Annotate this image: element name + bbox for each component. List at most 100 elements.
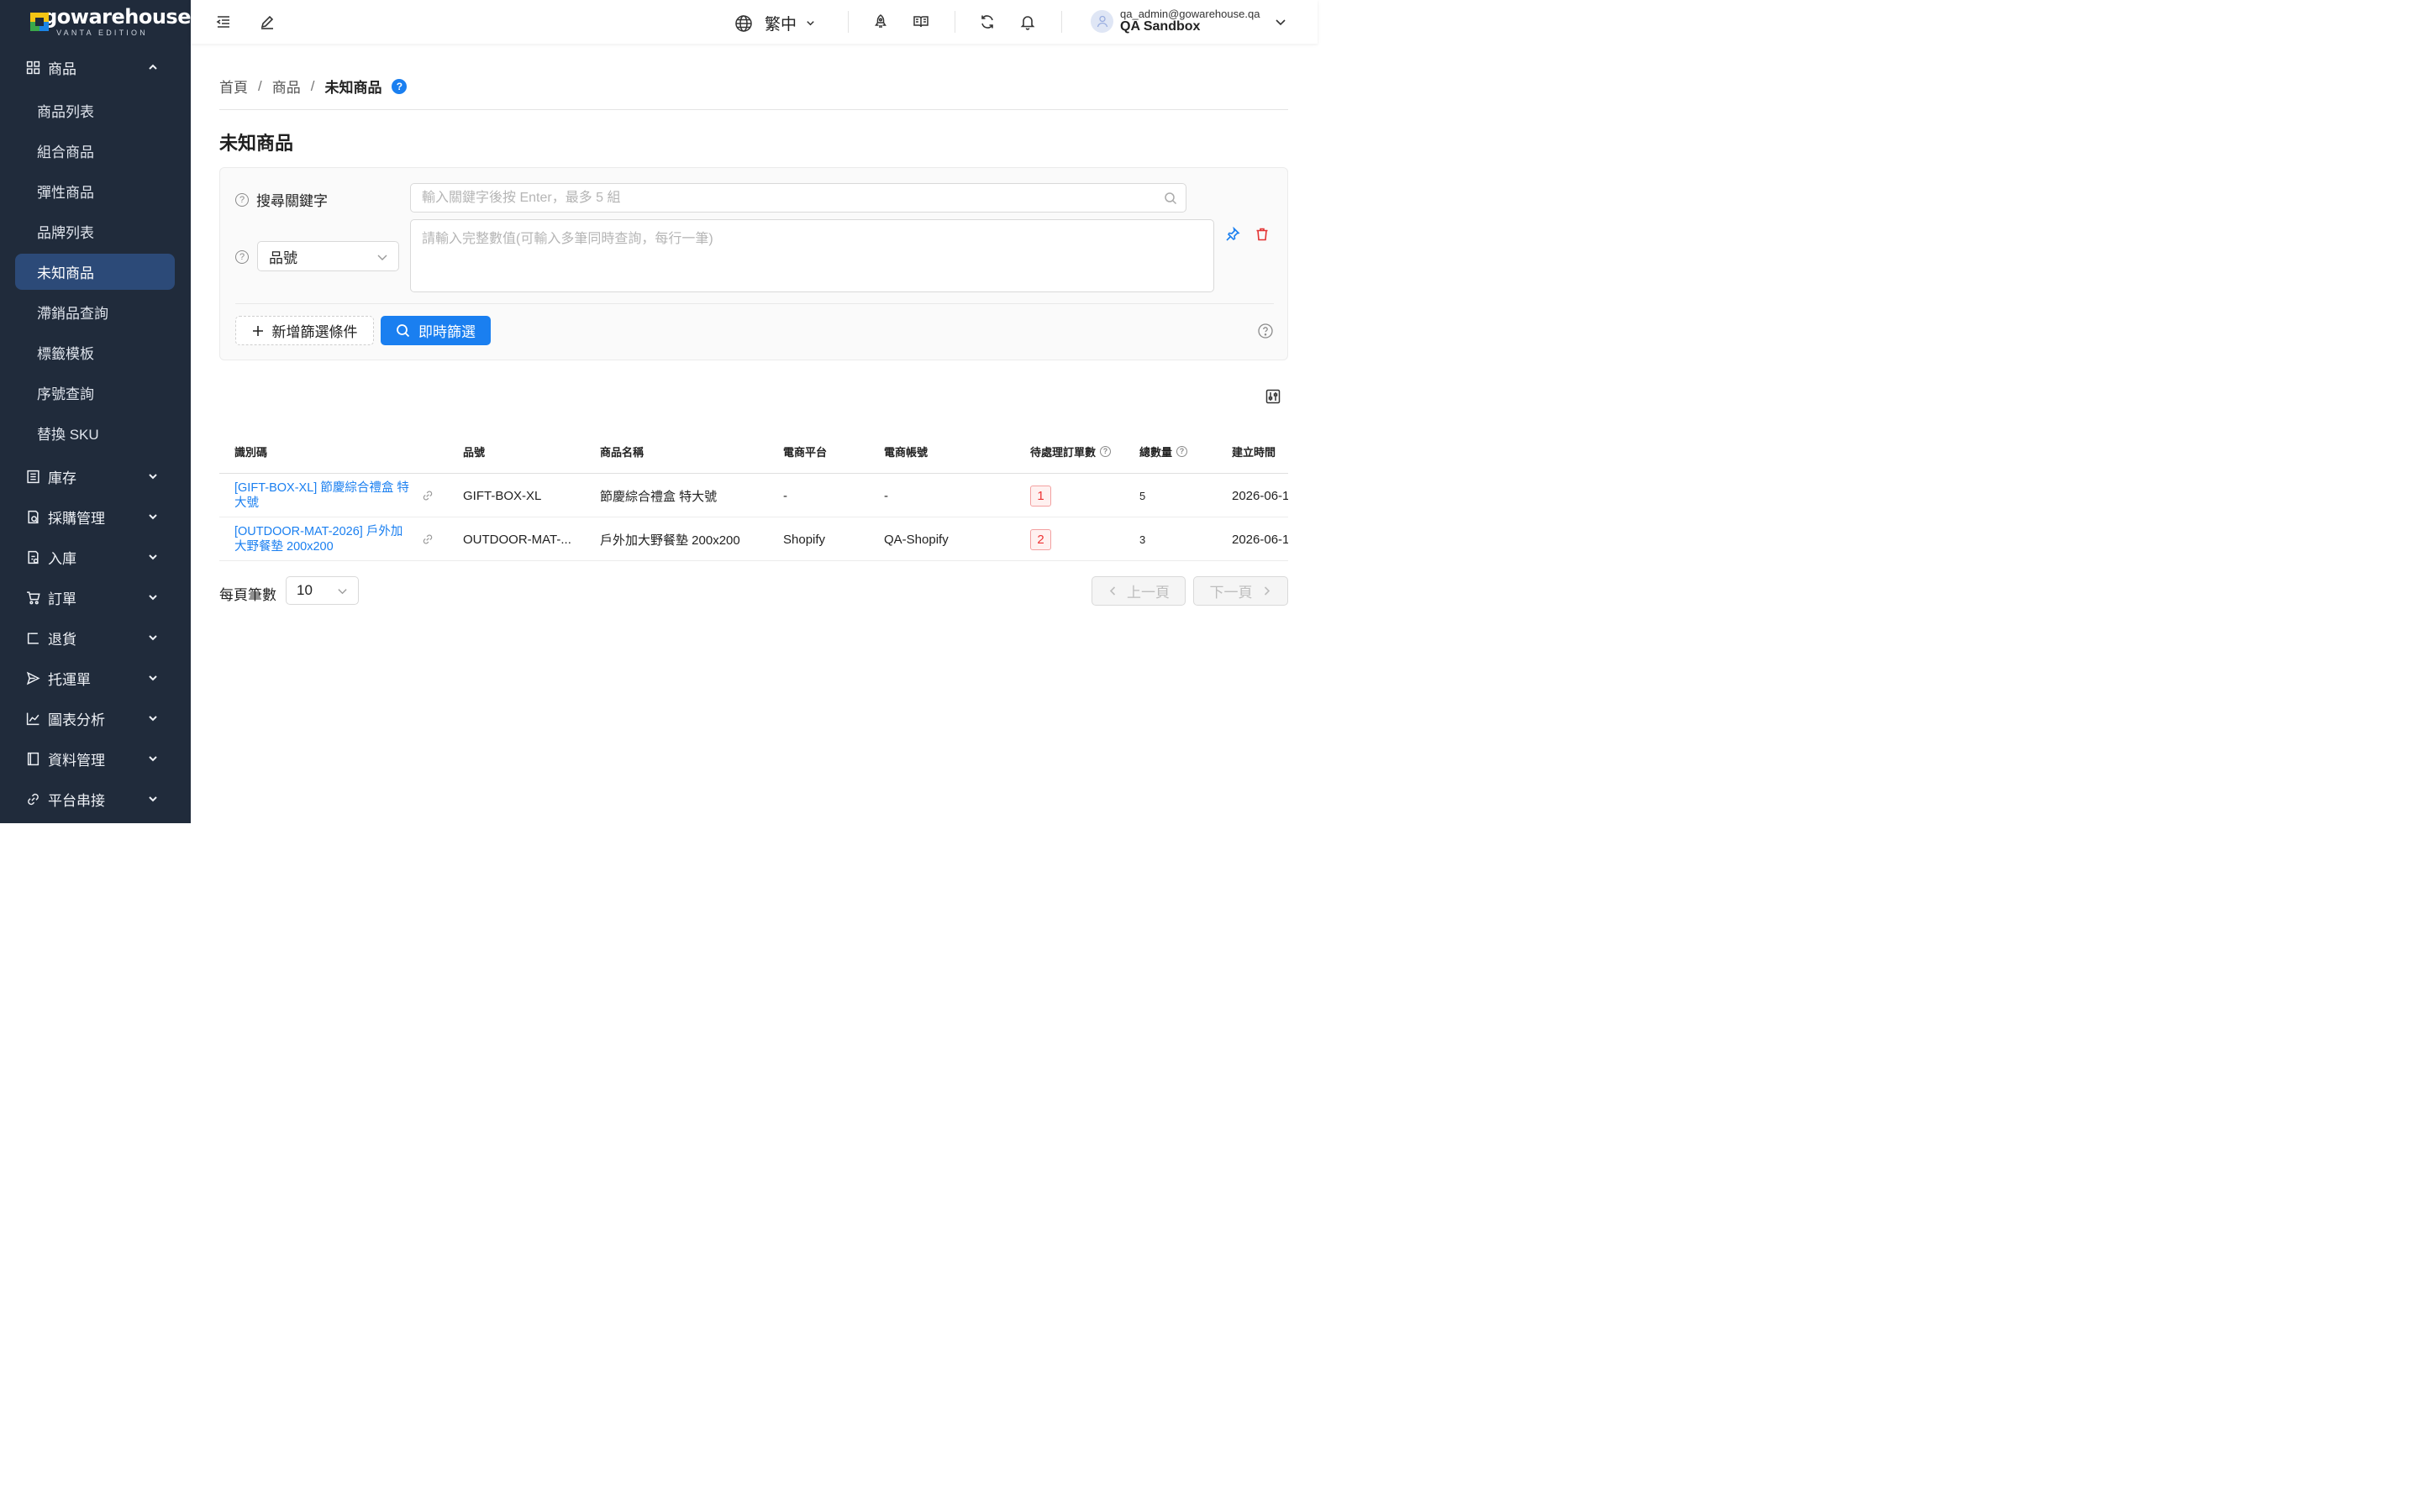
total-qty-cell: 5: [1139, 489, 1146, 502]
help-icon[interactable]: ?: [1100, 445, 1112, 457]
nav-item-replace-sku[interactable]: 替換 SKU: [15, 415, 175, 451]
link-icon[interactable]: [422, 517, 435, 561]
collapse-menu-icon[interactable]: [214, 13, 233, 31]
edit-icon[interactable]: [258, 13, 276, 31]
apply-filter-button[interactable]: 即時篩選: [381, 316, 491, 345]
chevron-left-icon: [1109, 586, 1116, 596]
table-row: [GIFT-BOX-XL] 節慶綜合禮盒 特大號 GIFT-BOX-XL 節慶綜…: [219, 474, 1288, 517]
nav-group-inventory[interactable]: 庫存: [0, 459, 191, 493]
column-header-pending-orders: 待處理訂單數 ?: [1030, 430, 1112, 472]
nav-group-inbound[interactable]: 入庫: [0, 540, 191, 574]
add-filter-button[interactable]: 新增篩選條件: [235, 316, 374, 345]
nav-item-label-templates[interactable]: 標籤模板: [15, 334, 175, 370]
help-icon[interactable]: ?: [1176, 445, 1188, 457]
keyword-search-input[interactable]: [411, 184, 1142, 212]
pin-icon[interactable]: [1225, 227, 1240, 242]
logo[interactable]: gowarehouse VANTA EDITION: [0, 0, 191, 44]
chart-icon: [26, 712, 39, 725]
cart-icon: [27, 591, 40, 604]
nav-group-returns[interactable]: 退貨: [0, 621, 191, 654]
pending-orders-badge[interactable]: 1: [1030, 485, 1051, 507]
help-icon[interactable]: ?: [392, 78, 408, 94]
trash-icon[interactable]: [1255, 227, 1270, 242]
nav-group-orders[interactable]: 訂單: [0, 580, 191, 614]
page-size-select[interactable]: 10: [286, 576, 359, 605]
help-icon[interactable]: ?: [235, 250, 249, 264]
nav-group-purchasing[interactable]: 採購管理: [0, 500, 191, 533]
prev-page-button[interactable]: 上一頁: [1092, 576, 1186, 606]
nav-group-label: 商品: [48, 60, 76, 77]
next-page-button[interactable]: 下一頁: [1193, 576, 1288, 606]
page-size-label: 每頁筆數: [219, 587, 276, 603]
help-icon[interactable]: ?: [235, 192, 249, 207]
language-switcher[interactable]: 繁中: [734, 12, 828, 34]
breadcrumb-home[interactable]: 首頁: [219, 76, 248, 97]
nav-item-unknown-products[interactable]: 未知商品: [15, 254, 175, 290]
values-textarea[interactable]: [411, 220, 1213, 291]
list-icon: [27, 470, 39, 483]
platform-cell: Shopify: [783, 532, 826, 547]
link-icon[interactable]: [422, 474, 435, 517]
field-select[interactable]: 品號: [257, 241, 399, 271]
docs-book-icon[interactable]: [912, 13, 930, 31]
nav-item-serial-lookup[interactable]: 序號查詢: [15, 375, 175, 411]
nav-group-data-management[interactable]: 資料管理: [0, 742, 191, 775]
nav-group-analytics[interactable]: 圖表分析: [0, 701, 191, 735]
chevron-down-icon: [377, 255, 387, 260]
chevron-down-icon: [149, 756, 157, 762]
refresh-icon[interactable]: [978, 13, 997, 31]
nav-item-flexible-products[interactable]: 彈性商品: [15, 173, 175, 209]
bell-icon[interactable]: [1018, 13, 1037, 31]
page-title: 未知商品: [219, 133, 294, 154]
chevron-down-icon: [149, 474, 157, 480]
logo-edition: VANTA EDITION: [56, 29, 148, 37]
user-menu[interactable]: qa_admin@gowarehouse.qa QA Sandbox: [1091, 8, 1286, 34]
top-bar: 繁中 qa_admin@gowarehouse.qa QA Sandbox: [191, 0, 1318, 44]
nav-group-products[interactable]: 商品: [0, 50, 191, 84]
next-page-label: 下一頁: [1209, 585, 1253, 601]
nav-item-bundle-products[interactable]: 組合商品: [15, 133, 175, 169]
chevron-down-icon: [149, 554, 157, 560]
sidebar: gowarehouse VANTA EDITION 商品 商品列表 組合商品 彈…: [0, 0, 191, 823]
values-textarea-box: [410, 219, 1214, 292]
nav-group-label: 採購管理: [48, 510, 105, 527]
add-filter-label: 新增篩選條件: [271, 324, 358, 340]
nav-group-shipping[interactable]: 托運單: [0, 661, 191, 695]
plus-icon: [252, 325, 263, 336]
nav-item-product-list[interactable]: 商品列表: [15, 92, 175, 129]
chevron-down-icon: [149, 796, 157, 802]
total-qty-cell: 3: [1139, 533, 1146, 546]
nav-group-label: 資料管理: [48, 752, 105, 769]
apply-filter-label: 即時篩選: [418, 324, 476, 340]
chevron-down-icon: [149, 514, 157, 520]
column-header-platform: 電商平台: [783, 445, 828, 459]
sku-cell: OUTDOOR-MAT-...: [463, 532, 571, 547]
column-header-label: 總數量: [1139, 445, 1173, 459]
pending-orders-badge[interactable]: 2: [1030, 528, 1051, 550]
chevron-right-icon: [1264, 586, 1270, 596]
rocket-icon[interactable]: [871, 13, 890, 31]
column-settings-icon[interactable]: [1265, 389, 1281, 404]
prev-page-label: 上一頁: [1127, 585, 1170, 601]
nav-group-label: 托運單: [48, 671, 91, 688]
product-id-link[interactable]: [GIFT-BOX-XL] 節慶綜合禮盒 特大號: [234, 474, 411, 517]
nav-group-platform-integration[interactable]: 平台串接: [0, 782, 191, 816]
account-cell: -: [884, 488, 888, 503]
filter-panel: ? 搜尋關鍵字 ? 品號 新增篩選條件 即時篩選: [219, 167, 1288, 360]
nav-item-brand-list[interactable]: 品牌列表: [15, 213, 175, 249]
breadcrumb-products[interactable]: 商品: [272, 76, 301, 97]
user-organization: QA Sandbox: [1120, 19, 1201, 34]
column-header-total-qty: 總數量 ?: [1139, 430, 1188, 472]
created-time-cell: 2026-06-1: [1232, 488, 1288, 503]
column-header-id: 識別碼: [234, 445, 268, 459]
chevron-down-icon: [149, 595, 157, 601]
logo-name: gowarehouse: [43, 5, 191, 29]
chevron-down-icon: [338, 589, 347, 595]
product-id-link[interactable]: [OUTDOOR-MAT-2026] 戶外加大野餐墊 200x200: [234, 517, 411, 561]
help-icon[interactable]: [1258, 323, 1273, 339]
pending-orders-cell: 2: [1030, 517, 1114, 561]
globe-icon: [735, 14, 752, 32]
keyword-search-box: [410, 183, 1186, 213]
nav-group-label: 訂單: [48, 591, 76, 607]
nav-item-slow-moving[interactable]: 滯銷品查詢: [15, 294, 175, 330]
